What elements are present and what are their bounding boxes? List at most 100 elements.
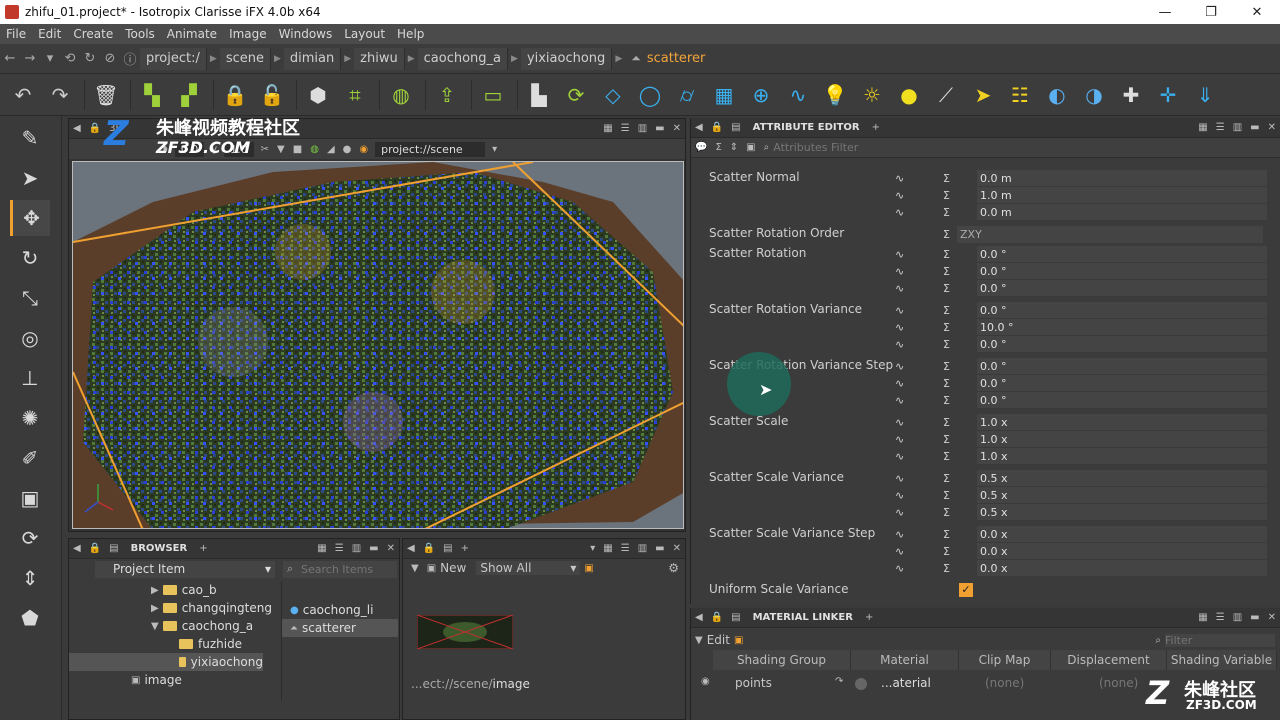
tree-item[interactable]: ▣ image [127, 671, 182, 689]
menu-layout[interactable]: Layout [338, 27, 391, 41]
layout-cols-icon[interactable]: ▥ [634, 543, 651, 554]
search-items-input[interactable] [283, 561, 397, 578]
attr-value[interactable]: 0.0 ° [977, 263, 1267, 280]
browser-item[interactable]: ● caochong_li [286, 601, 373, 619]
layout-grid-icon[interactable]: ▦ [1194, 122, 1211, 133]
attr-value[interactable]: 0.0 ° [977, 375, 1267, 392]
rotate-icon[interactable]: ↻ [10, 240, 50, 276]
scale-icon[interactable]: ⤡ [10, 280, 50, 316]
layout-grid-icon[interactable]: ▦ [313, 543, 330, 554]
browser-settings-icon[interactable]: ▤ [105, 543, 122, 554]
point-light-icon[interactable]: ● [892, 78, 926, 112]
measure-icon[interactable]: ⇕ [10, 560, 50, 596]
clip-map-cell[interactable]: (none) [985, 676, 1024, 690]
sun-icon[interactable]: ☼ [855, 78, 889, 112]
redo-icon[interactable]: ↷ [43, 78, 77, 112]
menu-edit[interactable]: Edit [32, 27, 67, 41]
combine-icon[interactable]: ▙ [522, 78, 556, 112]
crumb-scene[interactable]: scene [219, 47, 271, 70]
layout-grid-icon[interactable]: ▦ [1194, 612, 1211, 623]
paint-icon[interactable]: ✐ [10, 440, 50, 476]
ungroup-icon[interactable]: ▞ [172, 78, 206, 112]
globe-refresh-icon[interactable]: ◍ [384, 78, 418, 112]
material-settings-icon[interactable]: ▤ [727, 612, 744, 623]
3d-viewport[interactable] [72, 161, 684, 529]
image-thumbnail[interactable] [417, 615, 513, 649]
preview-image-icon[interactable]: ▣ [580, 563, 597, 574]
add-tab-icon[interactable]: + [457, 543, 473, 554]
uniform-scale-checkbox[interactable]: ✓ [959, 583, 973, 597]
eye-icon[interactable]: ◉ [355, 144, 372, 155]
layout-max-icon[interactable]: ▬ [1246, 122, 1263, 133]
gear-icon[interactable]: ⚙ [668, 561, 679, 575]
attr-value[interactable]: 1.0 x [977, 448, 1267, 465]
info-icon[interactable]: ⓘ [120, 49, 140, 68]
attr-value[interactable]: 0.0 ° [977, 336, 1267, 353]
layout-rows-icon[interactable]: ☰ [617, 123, 634, 134]
history-icon[interactable]: ⟲ [60, 51, 80, 66]
snap-icon[interactable]: ⬟ [10, 600, 50, 636]
attr-value[interactable]: 0.0 m [977, 170, 1267, 187]
attr-value[interactable]: 1.0 m [977, 187, 1267, 204]
displacement-cell[interactable]: (none) [1099, 676, 1138, 690]
curve-icon[interactable]: ∿ [781, 78, 815, 112]
down-arrow-icon[interactable]: ⇓ [1188, 78, 1222, 112]
menu-help[interactable]: Help [391, 27, 430, 41]
column-header[interactable]: Clip Map [959, 650, 1051, 670]
material-filter-input[interactable] [1165, 633, 1275, 647]
delete-icon[interactable]: 🗑 [89, 78, 123, 112]
sphere-icon[interactable]: ◯ [633, 78, 667, 112]
comment-icon[interactable]: ▭ [476, 78, 510, 112]
attr-value[interactable]: 0.0 ° [977, 358, 1267, 375]
light-bulb-icon[interactable]: 💡 [818, 78, 852, 112]
env-light-icon[interactable]: ◐ [1040, 78, 1074, 112]
crumb-caochong-a[interactable]: caochong_a [417, 47, 509, 70]
back-arrow-icon[interactable]: ← [0, 51, 20, 66]
link-icon[interactable]: ⊘ [100, 51, 120, 66]
eye-icon[interactable]: ◉ [697, 676, 714, 687]
undo-icon[interactable]: ↶ [6, 78, 40, 112]
area-light-icon[interactable]: ☷ [1003, 78, 1037, 112]
add-tab-icon[interactable]: + [195, 543, 211, 554]
universal-icon[interactable]: ◎ [10, 320, 50, 356]
crumb-project[interactable]: project:/ [140, 47, 207, 70]
directional-light-icon[interactable]: ➤ [966, 78, 1000, 112]
add-locator-icon[interactable]: ✛ [1151, 78, 1185, 112]
lock-icon[interactable]: 🔒 [707, 122, 727, 133]
lock-icon[interactable]: 🔒 [218, 78, 252, 112]
browser-item-selected[interactable]: ⏶ scatterer [282, 619, 398, 637]
tree-item[interactable]: ▶ changqingteng [147, 599, 272, 617]
lock-icon[interactable]: 🔒 [707, 612, 727, 623]
stamp-icon[interactable]: ⊥ [10, 360, 50, 396]
crumb-dimian[interactable]: dimian [283, 47, 342, 70]
tree-item[interactable]: ▶ cao_b [147, 581, 217, 599]
refresh-gear-icon[interactable]: ⟳ [559, 78, 593, 112]
menu-animate[interactable]: Animate [161, 27, 223, 41]
show-all-dropdown[interactable]: Show All ▾ [476, 561, 581, 575]
add-tab-icon[interactable]: + [861, 612, 877, 623]
attr-value[interactable]: 0.0 ° [977, 302, 1267, 319]
lock-icon[interactable]: 🔒 [85, 123, 105, 134]
layout-grid-icon[interactable]: ▦ [599, 123, 616, 134]
tree-item[interactable]: fuzhide [179, 635, 242, 653]
panel-close-icon[interactable]: ✕ [669, 543, 685, 554]
box-icon[interactable]: ◇ [596, 78, 630, 112]
menu-windows[interactable]: Windows [273, 27, 339, 41]
add-tab-icon[interactable]: + [868, 122, 884, 133]
new-button[interactable]: New [440, 561, 466, 575]
attr-value[interactable]: 0.0 x [977, 560, 1267, 577]
attr-settings-icon[interactable]: ▤ [727, 122, 744, 133]
comment-icon[interactable]: 💬 [691, 142, 711, 153]
link-icon[interactable]: ↷ [831, 676, 847, 687]
lock-icon[interactable]: 🔒 [419, 543, 439, 554]
transform-icon[interactable]: ⌗ [338, 78, 372, 112]
menu-create[interactable]: Create [67, 27, 119, 41]
layout-grid-icon[interactable]: ▦ [599, 543, 616, 554]
column-header[interactable]: Shading Variable [1167, 650, 1277, 670]
collapse-icon[interactable]: ▼ [691, 635, 707, 646]
refresh-icon[interactable]: ↻ [80, 51, 100, 66]
layout-max-icon[interactable]: ▬ [651, 123, 668, 134]
panel-close-icon[interactable]: ✕ [1264, 612, 1280, 623]
tree-icon[interactable]: ▣ [742, 142, 759, 153]
menu-triangle-icon[interactable]: ◀ [403, 543, 419, 554]
